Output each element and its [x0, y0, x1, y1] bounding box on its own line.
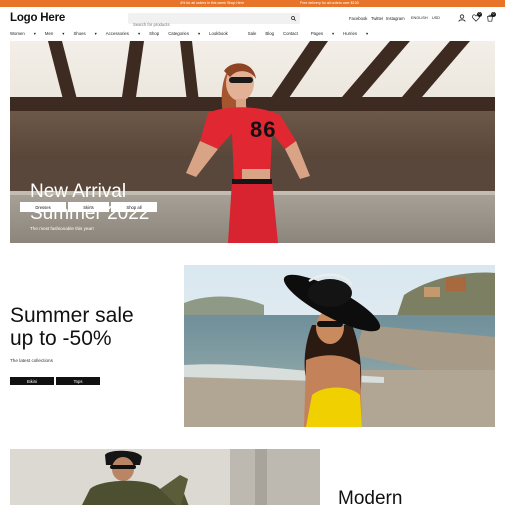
account-icon[interactable] — [458, 14, 466, 22]
sale-title: Summer sale up to -50% — [10, 304, 134, 350]
currency-selector[interactable]: USD — [432, 16, 440, 20]
nav-item-contact[interactable]: Contact — [283, 31, 298, 37]
modern-collection-photo[interactable] — [10, 449, 320, 505]
search-input[interactable] — [128, 19, 278, 30]
nav-item-accessories[interactable]: Accessories ▾ — [106, 31, 140, 37]
modern-image — [10, 449, 320, 505]
beach-image — [184, 265, 495, 427]
beach-photo[interactable] — [184, 265, 495, 427]
hero-subtitle: The most fashionable this year! — [30, 226, 94, 231]
nav-item-women[interactable]: Women ▾ — [10, 31, 36, 37]
nav-item-categories[interactable]: Categories ▾ — [168, 31, 200, 37]
cart-count-badge: 0 — [491, 12, 496, 17]
search-icon[interactable] — [291, 16, 296, 21]
sale-subtitle: The latest collections — [10, 358, 53, 363]
twitter-link[interactable]: Twitter — [371, 16, 383, 21]
nav-item-hurries[interactable]: Hurries ▾ — [343, 31, 368, 37]
nav-item-shoes[interactable]: Shoes ▾ — [73, 31, 96, 37]
announcement-left[interactable]: 4% for all orders in this week Shop Here — [180, 1, 244, 5]
bikini-button[interactable]: Bikini — [10, 377, 54, 385]
announcement-right: Free delivery for all orders over $100 — [300, 1, 359, 5]
facebook-link[interactable]: Facebook — [349, 16, 367, 21]
nav-item-blog[interactable]: Blog — [265, 31, 274, 37]
nav-item-sale[interactable]: Sale — [248, 31, 257, 37]
wishlist-count-badge: 0 — [477, 12, 482, 17]
nav-item-pages[interactable]: Pages ▾ — [311, 31, 334, 37]
hero-banner[interactable]: 86 New Arrival Summer 2022 The most fash… — [10, 41, 495, 243]
nav-item-shop[interactable]: Shop — [149, 31, 159, 37]
dresses-button[interactable]: Dresses — [20, 202, 66, 212]
jersey-number: 86 — [250, 117, 277, 142]
search-bar[interactable] — [128, 13, 300, 30]
main-nav: Women ▾ Men ▾ Shoes ▾ Accessories ▾ Shop Cat… — [10, 31, 377, 37]
announcement-bar: 4% for all orders in this week Shop Here… — [0, 0, 505, 7]
nav-item-lookbook[interactable]: Lookbook — [209, 31, 228, 37]
site-logo[interactable]: Logo Here — [10, 12, 65, 24]
instagram-link[interactable]: Instagram — [386, 16, 405, 21]
nav-item-men[interactable]: Men ▾ — [45, 31, 65, 37]
shop-all-button[interactable]: Shop all — [111, 202, 157, 212]
tops-button[interactable]: Tops — [56, 377, 100, 385]
modern-heading: Modern — [338, 488, 403, 505]
language-selector[interactable]: ENGLISH — [411, 16, 428, 20]
skirts-button[interactable]: Skirts — [68, 202, 109, 212]
